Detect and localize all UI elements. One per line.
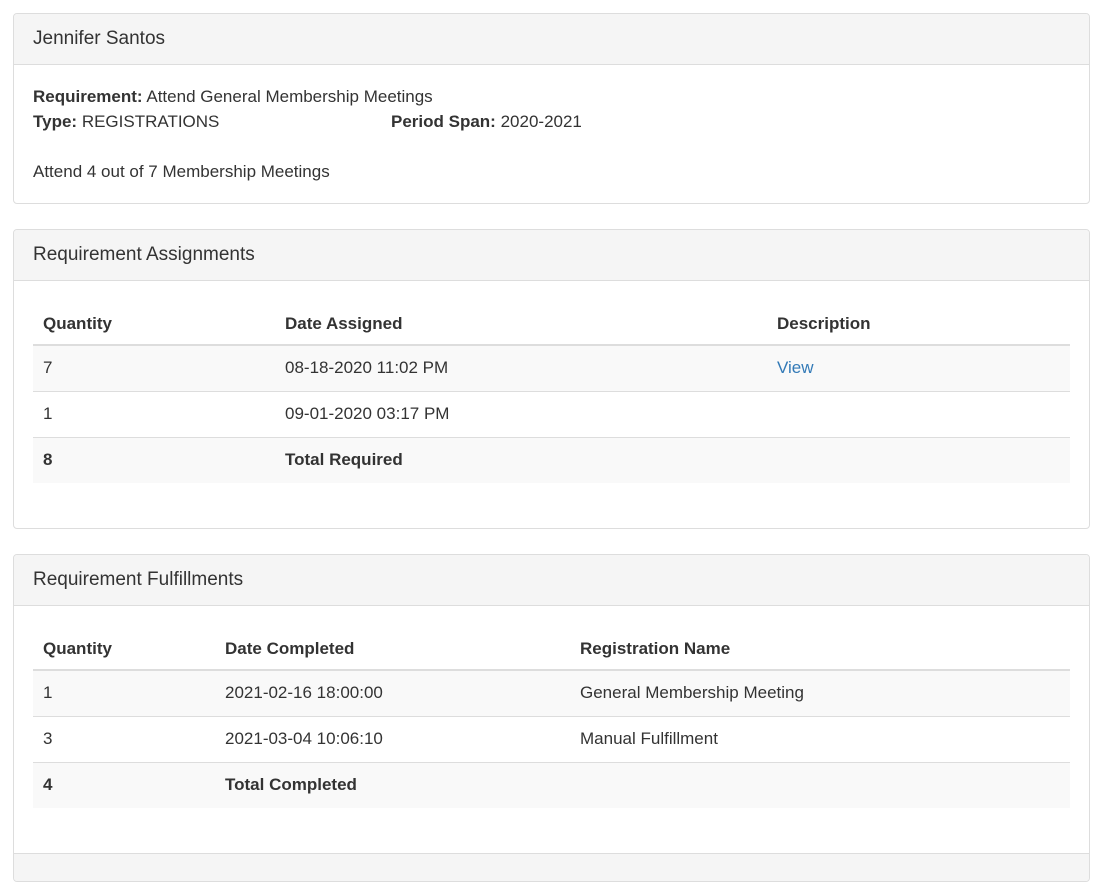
total-required-quantity: 8 bbox=[33, 436, 275, 483]
empty-cell bbox=[570, 761, 1070, 808]
member-name: Jennifer Santos bbox=[33, 28, 166, 49]
date-completed-cell: 2021-03-04 10:06:10 bbox=[215, 715, 570, 762]
date-assigned-cell: 09-01-2020 03:17 PM bbox=[275, 390, 767, 437]
member-name-heading: Jennifer Santos bbox=[14, 14, 1089, 65]
period-span-label: Period Span: bbox=[391, 112, 496, 131]
requirement-assignments-panel: Requirement Assignments Quantity Date As… bbox=[13, 229, 1090, 529]
assignments-header-row: Quantity Date Assigned Description bbox=[33, 303, 1070, 346]
quantity-cell: 3 bbox=[33, 715, 215, 762]
fulfillments-title: Requirement Fulfillments bbox=[33, 569, 244, 590]
registration-name-cell: General Membership Meeting bbox=[570, 669, 1070, 716]
requirement-description: Attend 4 out of 7 Membership Meetings bbox=[33, 162, 330, 181]
view-description-link[interactable]: View bbox=[777, 358, 814, 377]
total-required-row: 8 Total Required bbox=[33, 436, 1070, 483]
total-completed-quantity: 4 bbox=[33, 761, 215, 808]
quantity-cell: 1 bbox=[33, 390, 275, 437]
type-value: REGISTRATIONS bbox=[81, 112, 220, 131]
table-row: 1 2021-02-16 18:00:00 General Membership… bbox=[33, 669, 1070, 716]
quantity-cell: 1 bbox=[33, 669, 215, 716]
requirement-fulfillments-panel: Requirement Fulfillments Quantity Date C… bbox=[13, 554, 1090, 882]
assignments-table-wrap: Quantity Date Assigned Description 7 08-… bbox=[33, 303, 1070, 483]
quantity-cell: 7 bbox=[33, 344, 275, 391]
fulfillments-table: Quantity Date Completed Registration Nam… bbox=[33, 628, 1070, 808]
column-header-description: Description bbox=[767, 303, 1070, 346]
date-completed-cell: 2021-02-16 18:00:00 bbox=[215, 669, 570, 716]
fulfillments-table-wrap: Quantity Date Completed Registration Nam… bbox=[33, 628, 1070, 808]
date-assigned-cell: 08-18-2020 11:02 PM bbox=[275, 344, 767, 391]
panel-footer bbox=[14, 853, 1089, 881]
requirement-label: Requirement: bbox=[33, 87, 143, 106]
column-header-quantity: Quantity bbox=[33, 303, 275, 346]
period-span-line: Period Span: 2020-2021 bbox=[391, 112, 582, 132]
assignments-heading: Requirement Assignments bbox=[14, 230, 1089, 281]
description-cell bbox=[767, 390, 1070, 437]
table-row: 1 09-01-2020 03:17 PM bbox=[33, 390, 1070, 437]
column-header-date-completed: Date Completed bbox=[215, 628, 570, 671]
member-requirement-panel: Jennifer Santos Requirement: Attend Gene… bbox=[13, 13, 1090, 204]
type-line: Type: REGISTRATIONS bbox=[33, 112, 219, 132]
column-header-date-assigned: Date Assigned bbox=[275, 303, 767, 346]
fulfillments-heading: Requirement Fulfillments bbox=[14, 555, 1089, 606]
empty-cell bbox=[767, 436, 1070, 483]
requirement-line: Requirement: Attend General Membership M… bbox=[33, 87, 433, 107]
column-header-quantity: Quantity bbox=[33, 628, 215, 671]
total-completed-label: Total Completed bbox=[215, 761, 570, 808]
assignments-title: Requirement Assignments bbox=[33, 244, 255, 265]
type-label: Type: bbox=[33, 112, 78, 131]
fulfillments-header-row: Quantity Date Completed Registration Nam… bbox=[33, 628, 1070, 671]
table-row: 3 2021-03-04 10:06:10 Manual Fulfillment bbox=[33, 715, 1070, 762]
assignments-table: Quantity Date Assigned Description 7 08-… bbox=[33, 303, 1070, 483]
total-completed-row: 4 Total Completed bbox=[33, 761, 1070, 808]
table-row: 7 08-18-2020 11:02 PM View bbox=[33, 344, 1070, 391]
requirement-value: Attend General Membership Meetings bbox=[146, 87, 433, 106]
total-required-label: Total Required bbox=[275, 436, 767, 483]
registration-name-cell: Manual Fulfillment bbox=[570, 715, 1070, 762]
period-span-value: 2020-2021 bbox=[500, 112, 582, 131]
column-header-registration-name: Registration Name bbox=[570, 628, 1070, 671]
requirement-info: Requirement: Attend General Membership M… bbox=[14, 65, 1089, 203]
description-cell: View bbox=[767, 344, 1070, 391]
